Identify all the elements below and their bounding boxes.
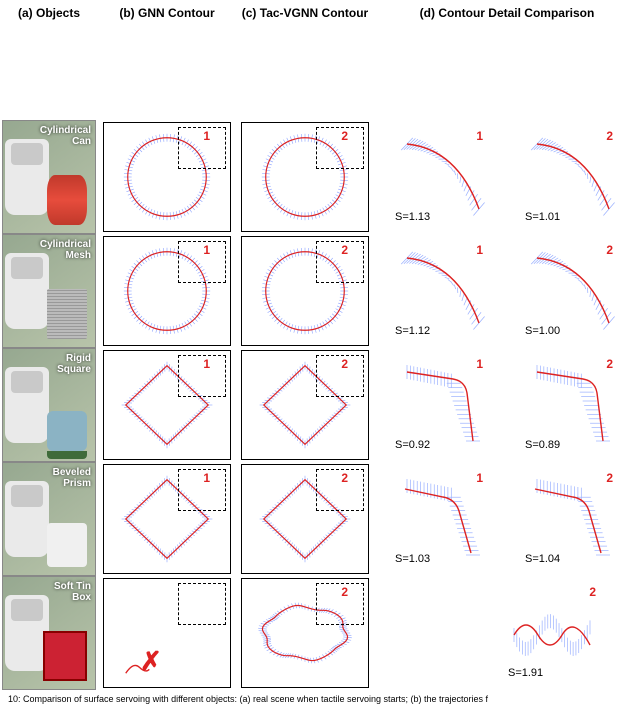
roi-number: 1 — [476, 471, 483, 485]
detail-panel-right: 2 S=0.89 — [517, 357, 627, 453]
object-photo: Soft TinBox — [0, 576, 98, 690]
roi-number: 1 — [476, 243, 483, 257]
robot-icon — [5, 139, 49, 215]
robot-icon — [5, 481, 49, 557]
header-a: (a) Objects — [0, 0, 98, 40]
tac-vgnn-contour-plot: 2 — [236, 234, 374, 348]
object-photo: CylindricalMesh — [0, 234, 98, 348]
object-label: CylindricalCan — [40, 125, 91, 147]
tac-vgnn-contour-plot: 2 — [236, 120, 374, 234]
object-photo: RigidSquare — [0, 348, 98, 462]
header-b: (b) GNN Contour — [98, 0, 236, 40]
object-label: RigidSquare — [57, 353, 91, 375]
smoothness-value: S=1.03 — [395, 553, 430, 565]
header-c: (c) Tac-VGNN Contour — [236, 0, 374, 40]
smoothness-value: S=1.01 — [525, 211, 560, 223]
object-label: BeveledPrism — [53, 467, 91, 489]
contour-detail-comparison: 1 S=1.12 2 S=1.00 — [374, 234, 640, 348]
roi-number: 2 — [606, 471, 613, 485]
tac-vgnn-contour-plot: 2 — [236, 576, 374, 690]
object-icon — [47, 523, 87, 567]
roi-number: 1 — [203, 243, 210, 257]
gnn-contour-plot: 1 — [98, 348, 236, 462]
robot-icon — [5, 253, 49, 329]
roi-number: 2 — [589, 585, 596, 599]
detail-panel-left: 1 S=0.92 — [387, 357, 497, 453]
roi-number: 1 — [476, 357, 483, 371]
roi-number: 2 — [341, 585, 348, 599]
gnn-contour-plot: 1 — [98, 120, 236, 234]
detail-panel: 2 S=1.91 — [500, 585, 610, 681]
header-d: (d) Contour Detail Comparison — [374, 0, 640, 40]
object-icon — [43, 631, 87, 681]
roi-number: 2 — [341, 357, 348, 371]
roi-number: 2 — [341, 471, 348, 485]
object-photo: BeveledPrism — [0, 462, 98, 576]
roi-number: 1 — [476, 129, 483, 143]
detail-panel-right: 2 S=1.01 — [517, 129, 627, 225]
smoothness-value: S=0.92 — [395, 439, 430, 451]
gnn-contour-plot: 1 — [98, 462, 236, 576]
detail-panel-left: 1 S=1.13 — [387, 129, 497, 225]
roi-number: 1 — [203, 357, 210, 371]
figure-caption: 10: Comparison of surface servoing with … — [0, 690, 640, 708]
smoothness-value: S=1.04 — [525, 553, 560, 565]
figure-grid: (a) Objects (b) GNN Contour (c) Tac-VGNN… — [0, 0, 640, 120]
smoothness-value: S=1.13 — [395, 211, 430, 223]
roi-number: 2 — [606, 357, 613, 371]
roi-number: 1 — [203, 129, 210, 143]
smoothness-value: S=0.89 — [525, 439, 560, 451]
object-icon — [47, 175, 87, 225]
tac-vgnn-contour-plot: 2 — [236, 462, 374, 576]
contour-detail-comparison: 1 S=1.13 2 S=1.01 — [374, 120, 640, 234]
roi-number: 2 — [606, 243, 613, 257]
smoothness-value: S=1.91 — [508, 667, 543, 679]
contour-detail-comparison: 1 S=1.03 2 S=1.04 — [374, 462, 640, 576]
roi-number: 2 — [341, 243, 348, 257]
robot-icon — [5, 367, 49, 443]
detail-panel-right: 2 S=1.04 — [517, 471, 627, 567]
smoothness-value: S=1.12 — [395, 325, 430, 337]
smoothness-value: S=1.00 — [525, 325, 560, 337]
detail-panel-right: 2 S=1.00 — [517, 243, 627, 339]
detail-panel-left: 1 S=1.12 — [387, 243, 497, 339]
roi-number: 2 — [341, 129, 348, 143]
roi-number: 1 — [203, 471, 210, 485]
object-photo: CylindricalCan — [0, 120, 98, 234]
gnn-contour-plot: 1 — [98, 234, 236, 348]
gnn-contour-plot: ✗ — [98, 576, 236, 690]
detail-panel-left: 1 S=1.03 — [387, 471, 497, 567]
object-icon — [47, 411, 87, 451]
contour-detail-comparison: 1 S=0.92 2 S=0.89 — [374, 348, 640, 462]
object-label: CylindricalMesh — [40, 239, 91, 261]
contour-detail-comparison: 2 S=1.91 — [374, 576, 640, 690]
object-icon — [47, 289, 87, 339]
object-label: Soft TinBox — [54, 581, 91, 603]
roi-number: 2 — [606, 129, 613, 143]
tac-vgnn-contour-plot: 2 — [236, 348, 374, 462]
